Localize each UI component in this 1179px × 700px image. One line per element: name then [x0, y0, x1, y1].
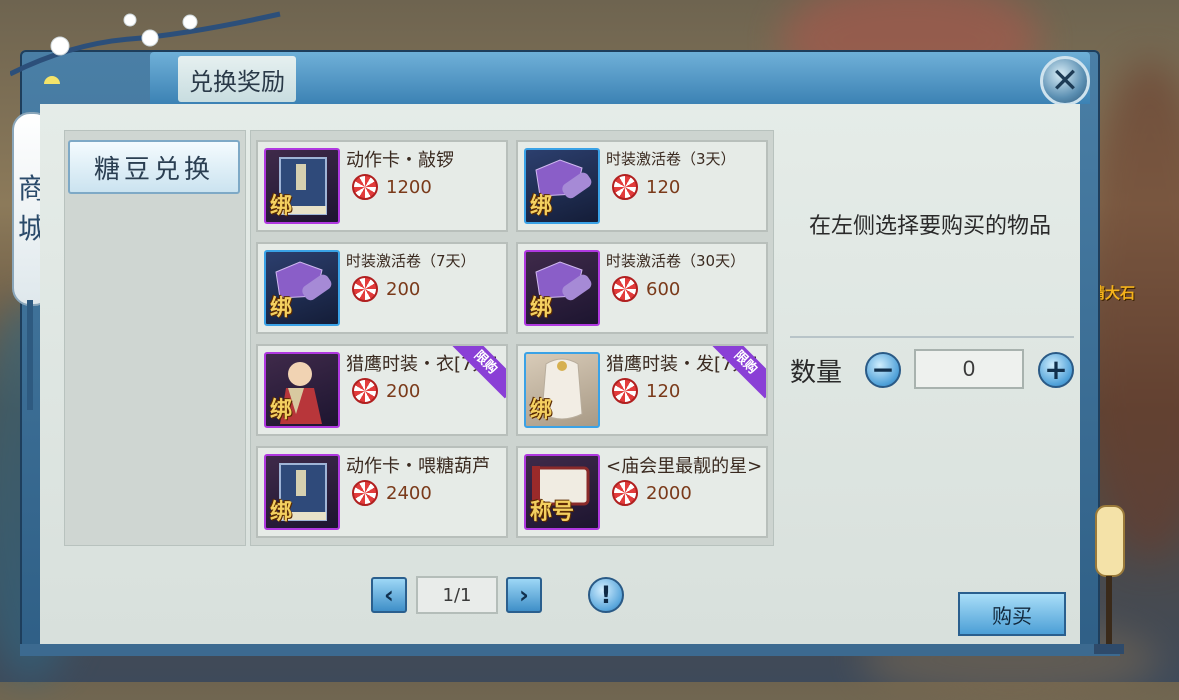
candy-icon	[612, 276, 638, 302]
item-name: 时装激活卷（7天）	[346, 252, 476, 270]
candy-icon	[352, 480, 378, 506]
candy-icon	[612, 378, 638, 404]
item-price: 200	[386, 278, 421, 300]
blossom-branch-decoration	[10, 11, 281, 84]
item-price: 120	[646, 380, 681, 402]
item-price: 600	[646, 278, 681, 300]
info-icon: !	[600, 581, 612, 609]
buy-button[interactable]: 购买	[958, 592, 1066, 636]
item-name: 动作卡・喂糖葫芦	[346, 456, 490, 477]
item-name: <庙会里最靓的星>	[606, 456, 763, 477]
increase-quantity-button[interactable]: +	[1038, 352, 1074, 388]
fashion-scroll-icon: 绑	[524, 148, 600, 224]
candy-icon	[612, 480, 638, 506]
plus-icon: +	[1044, 353, 1068, 386]
info-button[interactable]: !	[588, 577, 624, 613]
item-name: 时装激活卷（30天）	[606, 252, 746, 270]
decrease-quantity-button[interactable]: −	[865, 352, 901, 388]
candy-icon	[612, 174, 638, 200]
quantity-input[interactable]	[914, 349, 1024, 389]
shop-item[interactable]: 绑 猎鹰时装・衣[7天] 200 限购	[256, 344, 508, 436]
item-price: 120	[646, 176, 681, 198]
candy-icon	[352, 174, 378, 200]
fashion-scroll-icon: 绑	[264, 250, 340, 326]
shop-item[interactable]: 绑 猎鹰时装・发[7天] 120 限购	[516, 344, 768, 436]
selection-hint: 在左侧选择要购买的物品	[808, 214, 1051, 239]
item-price: 2000	[646, 482, 692, 504]
shop-item[interactable]: 绑 时装激活卷（7天） 200	[256, 242, 508, 334]
prev-page-button[interactable]: ‹	[371, 577, 407, 613]
divider	[790, 336, 1074, 338]
candy-icon	[352, 276, 378, 302]
costume-icon: 绑	[264, 352, 340, 428]
item-price: 2400	[386, 482, 432, 504]
side-tab-pole	[27, 300, 33, 410]
category-candy-exchange[interactable]: 糖豆兑换	[68, 140, 240, 194]
minus-icon: −	[871, 353, 895, 386]
title-scroll-icon: 称号	[524, 454, 600, 530]
shop-item[interactable]: 绑 时装激活卷（3天） 120	[516, 140, 768, 232]
item-name: 时装激活卷（3天）	[606, 150, 736, 168]
next-page-button[interactable]: ›	[506, 577, 542, 613]
book-icon: 绑	[264, 148, 340, 224]
close-button[interactable]: ✕	[1040, 56, 1090, 106]
book-icon: 绑	[264, 454, 340, 530]
item-name: 动作卡・敲锣	[346, 150, 454, 171]
shop-item[interactable]: 绑 动作卡・喂糖葫芦 2400	[256, 446, 508, 538]
lantern-decoration	[1094, 505, 1125, 654]
shop-item[interactable]: 绑 时装激活卷（30天） 600	[516, 242, 768, 334]
item-price: 1200	[386, 176, 432, 198]
hair-icon: 绑	[524, 352, 600, 428]
chevron-right-icon: ›	[519, 581, 529, 609]
shop-item[interactable]: 绑 动作卡・敲锣 1200	[256, 140, 508, 232]
close-icon: ✕	[1050, 61, 1080, 101]
item-price: 200	[386, 380, 421, 402]
quantity-label: 数量	[790, 358, 843, 388]
fashion-scroll-icon: 绑	[524, 250, 600, 326]
chevron-left-icon: ‹	[384, 581, 394, 609]
window-bottom-border	[20, 644, 1120, 656]
shop-item[interactable]: 称号 <庙会里最靓的星> 2000	[516, 446, 768, 538]
candy-icon	[352, 378, 378, 404]
page-indicator: 1/1	[416, 576, 498, 614]
